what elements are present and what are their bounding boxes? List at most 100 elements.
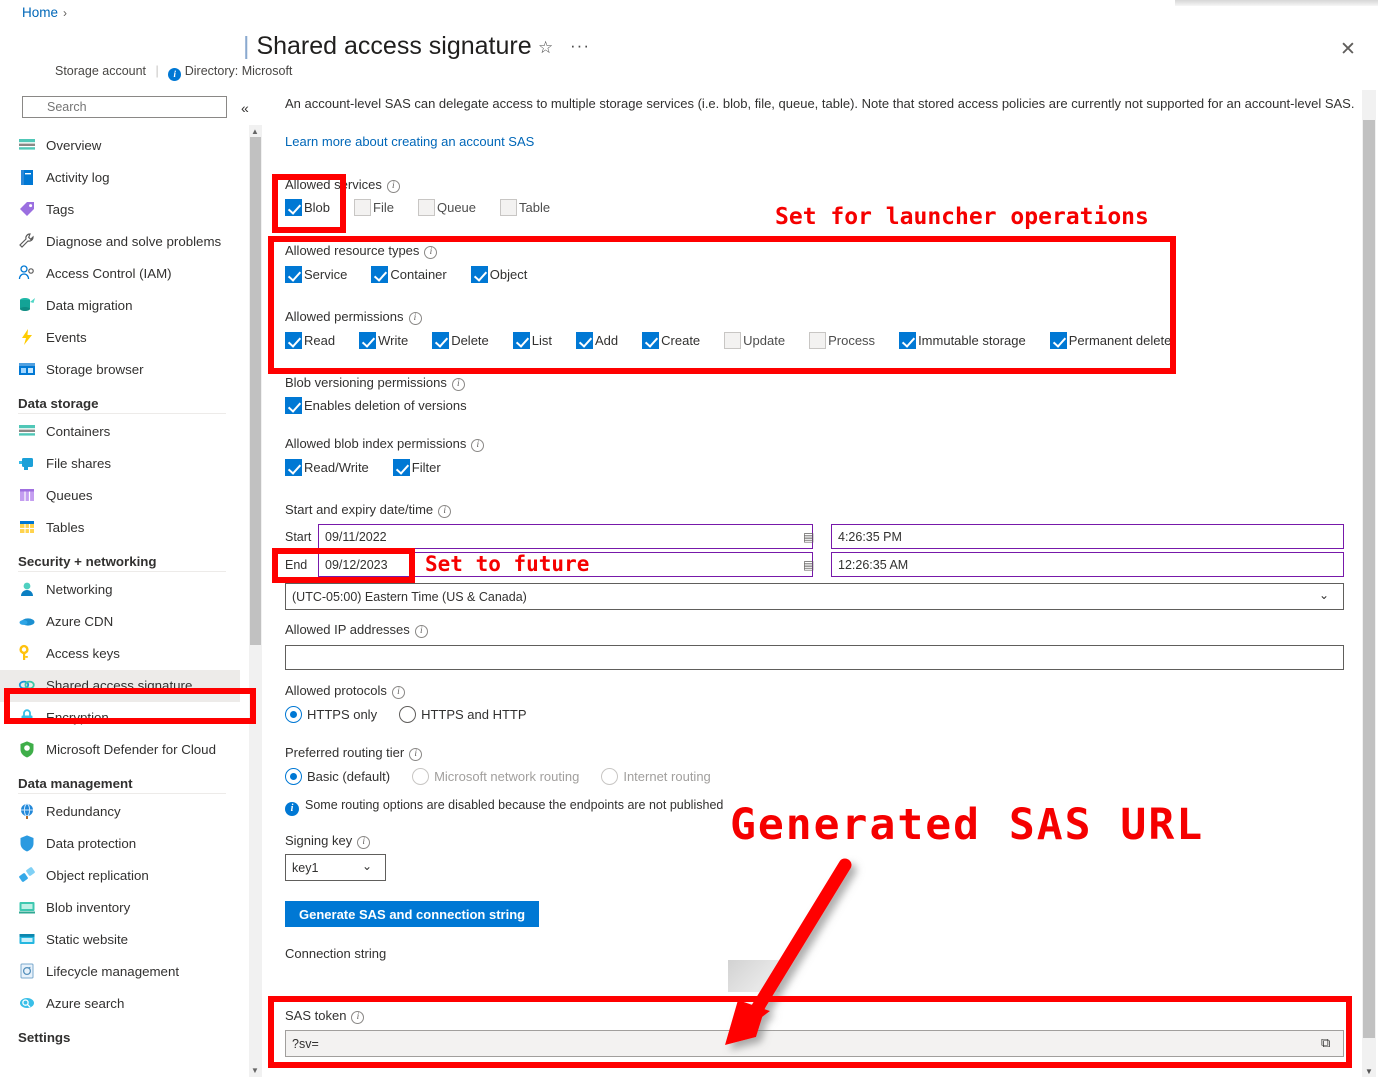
checkbox-blob[interactable]: Blob: [285, 199, 348, 216]
checkbox-box[interactable]: [418, 199, 435, 216]
sidebar-item-azure-search[interactable]: Azure search: [0, 988, 240, 1020]
routing-tier-info-icon[interactable]: i: [409, 748, 422, 761]
sidebar-item-static-website[interactable]: Static website: [0, 924, 240, 956]
collapse-sidebar-icon[interactable]: «: [241, 100, 249, 116]
checkbox-box[interactable]: [359, 332, 376, 349]
sidebar-item-redundancy[interactable]: Redundancy: [0, 796, 240, 828]
checkbox-service[interactable]: Service: [285, 266, 365, 283]
checkbox-box[interactable]: [285, 459, 302, 476]
checkbox-update[interactable]: Update: [724, 332, 803, 349]
start-time-input[interactable]: [831, 524, 1344, 549]
date-time-info-icon[interactable]: i: [438, 505, 451, 518]
sidebar-item-lifecycle-management[interactable]: Lifecycle management: [0, 956, 240, 988]
checkbox-box[interactable]: [285, 199, 302, 216]
blob-versioning-info-icon[interactable]: i: [452, 378, 465, 391]
checkbox-box[interactable]: [285, 332, 302, 349]
allowed-services-info-icon[interactable]: i: [387, 180, 400, 193]
checkbox-box[interactable]: [371, 266, 388, 283]
checkbox-read[interactable]: Read: [285, 332, 353, 349]
checkbox-read-write[interactable]: Read/Write: [285, 459, 387, 476]
sidebar-scroll-down-icon[interactable]: ▼: [251, 1066, 259, 1075]
allowed-protocols-info-icon[interactable]: i: [392, 686, 405, 699]
close-icon[interactable]: ✕: [1340, 38, 1356, 61]
checkbox-list[interactable]: List: [513, 332, 570, 349]
favorite-star-icon[interactable]: ☆: [538, 38, 553, 58]
checkbox-write[interactable]: Write: [359, 332, 426, 349]
checkbox-box[interactable]: [500, 199, 517, 216]
breadcrumb-home[interactable]: Home: [22, 5, 58, 20]
checkbox-table[interactable]: Table: [500, 199, 568, 216]
sas-token-info-icon[interactable]: i: [351, 1011, 364, 1024]
checkbox-file[interactable]: File: [354, 199, 412, 216]
sidebar-scroll-up-icon[interactable]: ▲: [251, 127, 259, 136]
generate-sas-button[interactable]: Generate SAS and connection string: [285, 901, 539, 927]
start-date-calendar-icon[interactable]: ▤: [803, 530, 814, 544]
checkbox-box[interactable]: [809, 332, 826, 349]
checkbox-container[interactable]: Container: [371, 266, 464, 283]
checkbox-enables-deletion-of-versions[interactable]: Enables deletion of versions: [285, 397, 485, 414]
sidebar-scrollbar[interactable]: ▲ ▼: [249, 125, 262, 1077]
timezone-select[interactable]: (UTC-05:00) Eastern Time (US & Canada): [285, 583, 1344, 610]
sidebar-item-access-control-iam[interactable]: Access Control (IAM): [0, 258, 240, 290]
checkbox-box[interactable]: [354, 199, 371, 216]
start-date-input[interactable]: [318, 524, 813, 549]
learn-more-link[interactable]: Learn more about creating an account SAS: [285, 134, 534, 149]
sidebar-item-storage-browser[interactable]: Storage browser: [0, 354, 240, 386]
sidebar-item-containers[interactable]: Containers: [0, 416, 240, 448]
signing-key-chevron-down-icon[interactable]: ⌄: [362, 859, 372, 873]
sidebar-item-events[interactable]: Events: [0, 322, 240, 354]
radio-dot[interactable]: [285, 706, 302, 723]
sidebar-item-file-shares[interactable]: File shares: [0, 448, 240, 480]
sas-token-field[interactable]: ?sv=: [285, 1030, 1344, 1057]
sidebar-item-object-replication[interactable]: Object replication: [0, 860, 240, 892]
timezone-chevron-down-icon[interactable]: ⌄: [1319, 588, 1329, 602]
checkbox-create[interactable]: Create: [642, 332, 718, 349]
checkbox-box[interactable]: [576, 332, 593, 349]
radio-dot[interactable]: [399, 706, 416, 723]
allowed-resource-types-info-icon[interactable]: i: [424, 246, 437, 259]
checkbox-immutable-storage[interactable]: Immutable storage: [899, 332, 1044, 349]
checkbox-permanent-delete[interactable]: Permanent delete: [1050, 332, 1190, 349]
radio-https-and-http[interactable]: HTTPS and HTTP: [399, 706, 544, 723]
radio-https-only[interactable]: HTTPS only: [285, 706, 395, 723]
checkbox-box[interactable]: [724, 332, 741, 349]
checkbox-process[interactable]: Process: [809, 332, 893, 349]
radio-dot[interactable]: [285, 768, 302, 785]
checkbox-box[interactable]: [1050, 332, 1067, 349]
sidebar-item-networking[interactable]: Networking: [0, 574, 240, 606]
signing-key-info-icon[interactable]: i: [357, 836, 370, 849]
sidebar-item-access-keys[interactable]: Access keys: [0, 638, 240, 670]
end-time-input[interactable]: [831, 552, 1344, 577]
sidebar-item-azure-cdn[interactable]: Azure CDN: [0, 606, 240, 638]
sidebar-item-tags[interactable]: Tags: [0, 194, 240, 226]
sidebar-item-data-protection[interactable]: Data protection: [0, 828, 240, 860]
checkbox-delete[interactable]: Delete: [432, 332, 507, 349]
sidebar-scroll-thumb[interactable]: [250, 137, 261, 645]
sidebar-item-encryption[interactable]: Encryption: [0, 702, 240, 734]
more-options-icon[interactable]: ···: [570, 36, 590, 56]
allowed-permissions-info-icon[interactable]: i: [409, 312, 422, 325]
checkbox-box[interactable]: [285, 266, 302, 283]
checkbox-box[interactable]: [393, 459, 410, 476]
copy-icon[interactable]: ⧉: [1321, 1035, 1330, 1051]
radio-basic-default-[interactable]: Basic (default): [285, 768, 408, 785]
checkbox-add[interactable]: Add: [576, 332, 636, 349]
checkbox-box[interactable]: [899, 332, 916, 349]
sidebar-item-shared-access-signature[interactable]: Shared access signature: [0, 670, 240, 702]
sidebar-item-blob-inventory[interactable]: Blob inventory: [0, 892, 240, 924]
search-input[interactable]: [22, 96, 227, 118]
main-scrollbar[interactable]: ▼: [1362, 90, 1376, 1077]
sidebar-item-queues[interactable]: Queues: [0, 480, 240, 512]
checkbox-box[interactable]: [432, 332, 449, 349]
sidebar-item-activity-log[interactable]: Activity log: [0, 162, 240, 194]
checkbox-filter[interactable]: Filter: [393, 459, 459, 476]
checkbox-box[interactable]: [285, 397, 302, 414]
sidebar-item-tables[interactable]: Tables: [0, 512, 240, 544]
sidebar-item-overview[interactable]: Overview: [0, 130, 240, 162]
blob-index-info-icon[interactable]: i: [471, 439, 484, 452]
end-date-input[interactable]: [318, 552, 813, 577]
main-scroll-thumb[interactable]: [1363, 120, 1375, 1038]
end-date-calendar-icon[interactable]: ▤: [803, 558, 814, 572]
checkbox-box[interactable]: [642, 332, 659, 349]
checkbox-box[interactable]: [471, 266, 488, 283]
